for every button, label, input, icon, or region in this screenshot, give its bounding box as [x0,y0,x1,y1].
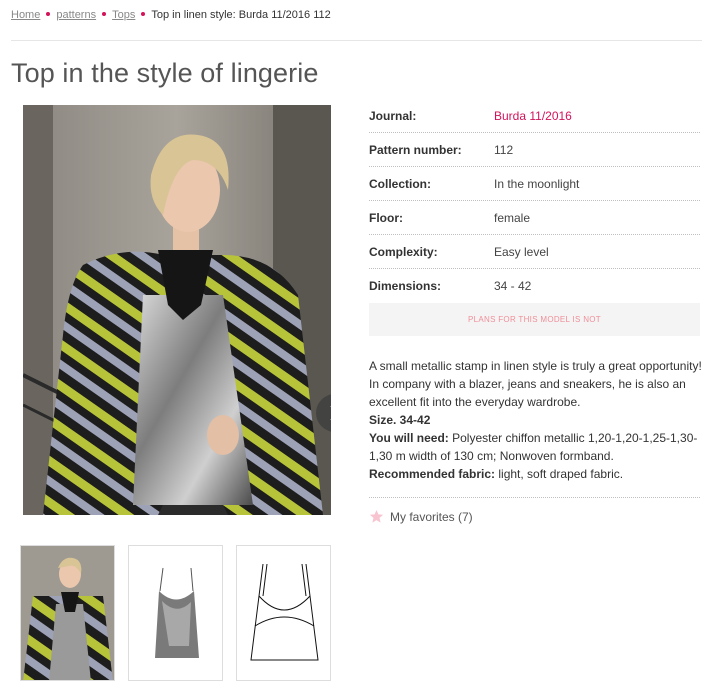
detail-label: Floor: [369,210,403,225]
breadcrumb-separator [141,12,146,17]
thumbnail-garment-photo[interactable] [128,545,223,681]
detail-row-dimensions: Dimensions: 34 - 42 [369,269,700,303]
breadcrumb-tops-link[interactable]: Tops [112,9,135,21]
thumbnail-garment-illustration [129,546,222,680]
technical-drawing-illustration [237,546,330,680]
journal-link[interactable]: Burda 11/2016 [494,109,572,123]
breadcrumb-separator [102,12,107,17]
detail-label: Dimensions: [369,279,442,293]
detail-label: Pattern number: [369,142,462,157]
breadcrumb-current: Top in linen style: Burda 11/2016 112 [151,9,331,21]
detail-row-pattern-number: Pattern number: 112 [369,133,700,167]
detail-value: 34 - 42 [494,279,532,293]
detail-value: Easy level [494,244,549,259]
detail-row-complexity: Complexity: Easy level [369,235,700,269]
fabric-label: Recommended fabric: [369,467,496,481]
description-fabric: Recommended fabric: light, soft draped f… [369,465,702,483]
breadcrumb-separator [46,12,51,17]
thumbnail-technical-drawing[interactable] [236,545,331,681]
divider [369,497,700,498]
description-materials: You will need: Polyester chiffon metalli… [369,429,702,465]
materials-label: You will need: [369,431,449,445]
detail-row-collection: Collection: In the moonlight [369,167,700,201]
description-size: Size. 34-42 [369,411,702,429]
breadcrumb-home-link[interactable]: Home [11,9,40,21]
detail-value: In the moonlight [494,176,580,191]
size-text: Size. 34-42 [369,413,431,427]
detail-row-floor: Floor: female [369,201,700,235]
pattern-details-table: Journal: Burda 11/2016 Pattern number: 1… [369,99,700,303]
photo-illustration [23,105,331,515]
favorites-count: My favorites (7) [390,509,473,524]
add-to-favorites[interactable]: My favorites (7) [369,509,473,524]
thumbnail-model-photo[interactable] [20,545,115,681]
plans-unavailable-button[interactable]: PLANS FOR THIS MODEL IS NOT [369,303,700,336]
thumbnail-model-illustration [21,546,114,680]
detail-value: 112 [494,142,514,157]
star-icon [369,509,384,523]
chevron-right-icon [330,406,331,420]
detail-label: Complexity: [369,244,438,259]
fabric-text: light, soft draped fabric. [495,467,624,481]
breadcrumb-patterns-link[interactable]: patterns [56,9,96,21]
page-title: Top in the style of lingerie [11,58,319,88]
breadcrumb: Home patterns Tops Top in linen style: Burd… [11,9,331,21]
detail-label: Collection: [369,176,431,191]
divider [11,40,702,41]
pattern-description: A small metallic stamp in linen style is… [369,357,702,483]
description-intro: A small metallic stamp in linen style is… [369,359,702,409]
detail-label: Journal: [369,108,417,123]
detail-value: female [494,210,531,225]
detail-row-journal: Journal: Burda 11/2016 [369,99,700,133]
main-product-photo[interactable] [23,105,331,515]
